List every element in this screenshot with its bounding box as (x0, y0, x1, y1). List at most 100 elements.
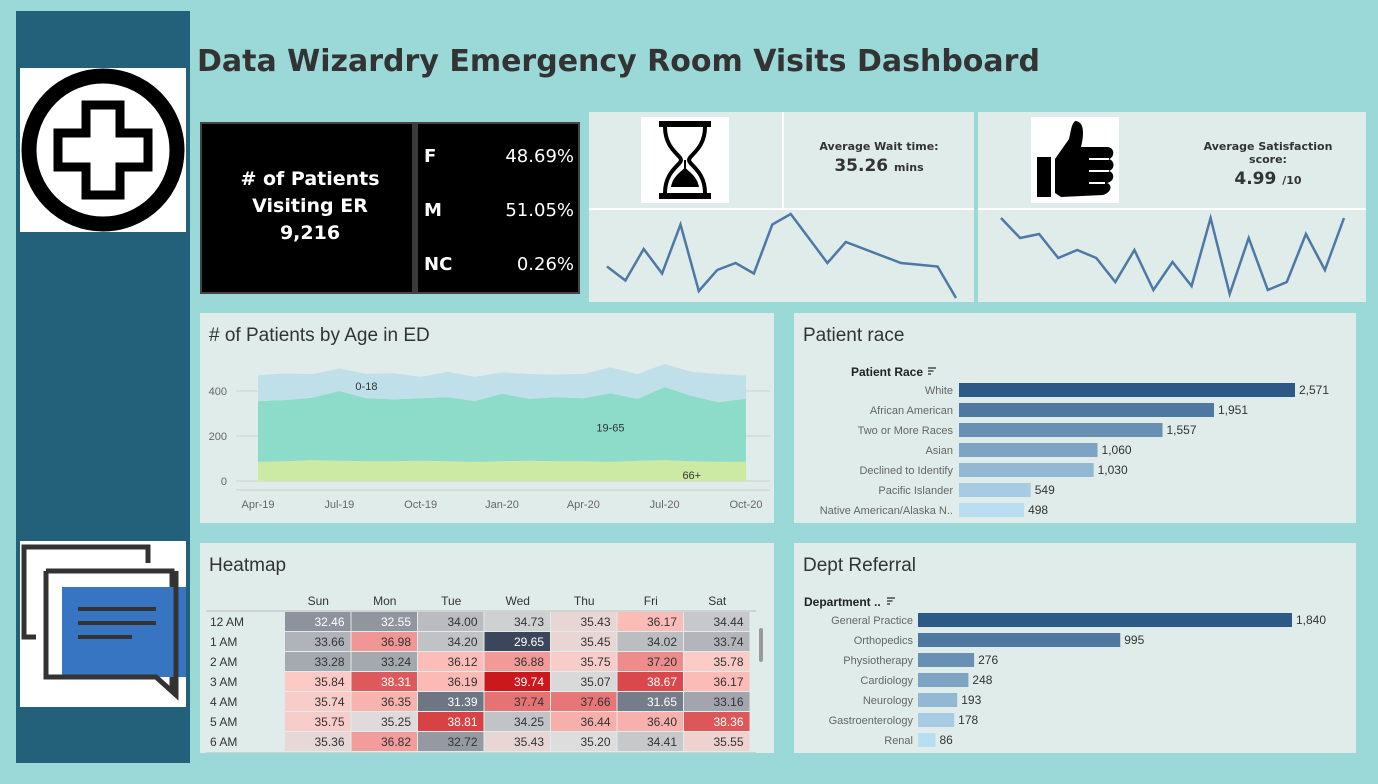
wait-time-line (606, 212, 958, 299)
heatmap-cell-value: 36.17 (647, 615, 677, 629)
gender-pct: 48.69% (505, 146, 574, 167)
heatmap-column-header: Sun (308, 594, 329, 608)
x-tick-label: Oct-19 (404, 499, 437, 511)
heatmap-chart: Sun Mon Tue Wed Thu Fri Sat 12 AM 32.46 32.55 34.0… (206, 594, 756, 753)
patients-kpi-card: # of Patients Visiting ER 9,216 F 48.69%… (200, 122, 580, 294)
heatmap-cell-value: 39.74 (514, 675, 544, 689)
heatmap-cell-value: 35.84 (314, 675, 344, 689)
heatmap-cell-value: 31.39 (447, 695, 477, 709)
bar[interactable] (918, 733, 936, 747)
heatmap-cell-value: 36.98 (381, 635, 411, 649)
x-tick-label: Jul-19 (324, 499, 354, 511)
satisfaction-unit: /10 (1282, 174, 1302, 187)
gender-code: F (424, 146, 437, 167)
patients-label-line1: # of Patients (240, 167, 380, 190)
age-chart-panel: # of Patients by Age in ED 0 200 400 0-18 19… (200, 313, 774, 523)
heatmap-cell-value: 36.40 (647, 715, 677, 729)
gender-pct: 51.05% (505, 200, 574, 221)
heatmap-cell-value: 36.12 (447, 655, 477, 669)
bar[interactable] (959, 503, 1025, 517)
bar[interactable] (918, 653, 975, 667)
category-label: White (925, 385, 953, 397)
heatmap-cell-value: 29.65 (514, 635, 544, 649)
patients-total-block: # of Patients Visiting ER 9,216 (210, 124, 410, 288)
bar-value-label: 1,557 (1166, 423, 1196, 437)
heatmap-column-header: Wed (506, 594, 530, 608)
sidebar (16, 11, 190, 763)
bar[interactable] (918, 713, 955, 727)
heatmap-cell-value: 33.24 (381, 655, 411, 669)
bar-value-label: 1,840 (1296, 613, 1326, 627)
heatmap-cell-value: 37.20 (647, 655, 677, 669)
heatmap-cell-value: 34.25 (514, 715, 544, 729)
patients-total-value: 9,216 (279, 221, 341, 244)
gender-code: NC (424, 254, 453, 275)
category-label: Native American/Alaska N.. (820, 505, 953, 517)
bar[interactable] (959, 403, 1214, 417)
y-tick-label: 0 (221, 476, 227, 488)
heatmap-cell-value: 35.78 (713, 655, 743, 669)
category-label: Declined to Identify (859, 465, 953, 477)
heatmap-row-label: 5 AM (210, 715, 237, 729)
bar[interactable] (918, 673, 969, 687)
heatmap-cell-value: 31.65 (647, 695, 677, 709)
heatmap-cell-value: 35.75 (314, 715, 344, 729)
bar-value-label: 995 (1124, 633, 1144, 647)
heatmap-column-header: Tue (441, 594, 462, 608)
heatmap-cell-value: 35.55 (713, 735, 743, 749)
bar[interactable] (959, 463, 1094, 477)
heatmap-column-header: Fri (644, 594, 658, 608)
category-label: Two or More Races (858, 425, 954, 437)
heatmap-cell-value: 32.46 (314, 615, 344, 629)
heatmap-cell-value: 34.02 (647, 635, 677, 649)
x-tick-label: Oct-20 (729, 499, 762, 511)
bar[interactable] (918, 633, 1121, 647)
bar[interactable] (959, 443, 1098, 457)
heatmap-cell-value: 37.66 (580, 695, 610, 709)
heatmap-cell-value: 35.43 (580, 615, 610, 629)
heatmap-cell-value: 34.00 (447, 615, 477, 629)
heatmap-cell-value: 34.44 (713, 615, 743, 629)
category-label: Physiotherapy (843, 655, 913, 667)
y-tick-label: 400 (209, 386, 227, 398)
wait-time-label: Average Wait time: (819, 140, 939, 153)
bar[interactable] (918, 693, 958, 707)
category-label: Gastroenterology (829, 715, 914, 727)
series-label: 66+ (682, 470, 701, 482)
satisfaction-value: 4.99 /10 (1183, 169, 1353, 189)
heatmap-cell-value: 36.44 (580, 715, 610, 729)
age-area-chart: 0 200 400 0-18 19-65 66+ Apr-19 Jul-19 Oct-19 Jan… (209, 364, 770, 511)
race-chart-panel: Patient race Patient Race White 2,571 Afric… (794, 313, 1356, 523)
wait-time-sparkline (606, 212, 958, 299)
heatmap-cell-value: 32.55 (381, 615, 411, 629)
wait-time-unit: mins (894, 161, 924, 174)
bar-value-label: 178 (958, 713, 978, 727)
bar[interactable] (959, 383, 1295, 397)
heatmap-cell-value: 33.74 (713, 635, 743, 649)
heatmap-cell-value: 34.73 (514, 615, 544, 629)
heatmap-column-header: Sat (708, 594, 727, 608)
satisfaction-sparkline (1000, 213, 1346, 299)
heatmap-scrollbar[interactable] (759, 628, 763, 662)
wait-time-value: 35.26 mins (784, 156, 974, 176)
bar-value-label: 276 (978, 653, 998, 667)
heatmap-cell-value: 36.35 (381, 695, 411, 709)
heatmap-cell-value: 33.16 (713, 695, 743, 709)
kpi-divider (412, 124, 418, 292)
heatmap-row-label: 2 AM (210, 655, 237, 669)
bar[interactable] (918, 613, 1292, 627)
x-tick-label: Jan-20 (485, 499, 519, 511)
heatmap-cell-value: 38.36 (713, 715, 743, 729)
y-tick-label: 200 (209, 431, 227, 443)
heatmap-cell-value: 35.07 (580, 675, 610, 689)
heatmap-cell-value: 36.19 (447, 675, 477, 689)
bar[interactable] (959, 483, 1031, 497)
heatmap-cell-value: 32.72 (447, 735, 477, 749)
bar-value-label: 498 (1028, 503, 1048, 517)
page-title: Data Wizardry Emergency Room Visits Dash… (197, 44, 1040, 79)
heatmap-panel: Heatmap Sun Mon Tue Wed Thu Fri Sat 12 AM 32.46 3… (200, 543, 774, 753)
bar[interactable] (959, 423, 1163, 437)
heatmap-cell-value: 36.17 (713, 675, 743, 689)
x-tick-label: Jul-20 (650, 499, 680, 511)
thumbs-up-icon (1031, 117, 1119, 203)
